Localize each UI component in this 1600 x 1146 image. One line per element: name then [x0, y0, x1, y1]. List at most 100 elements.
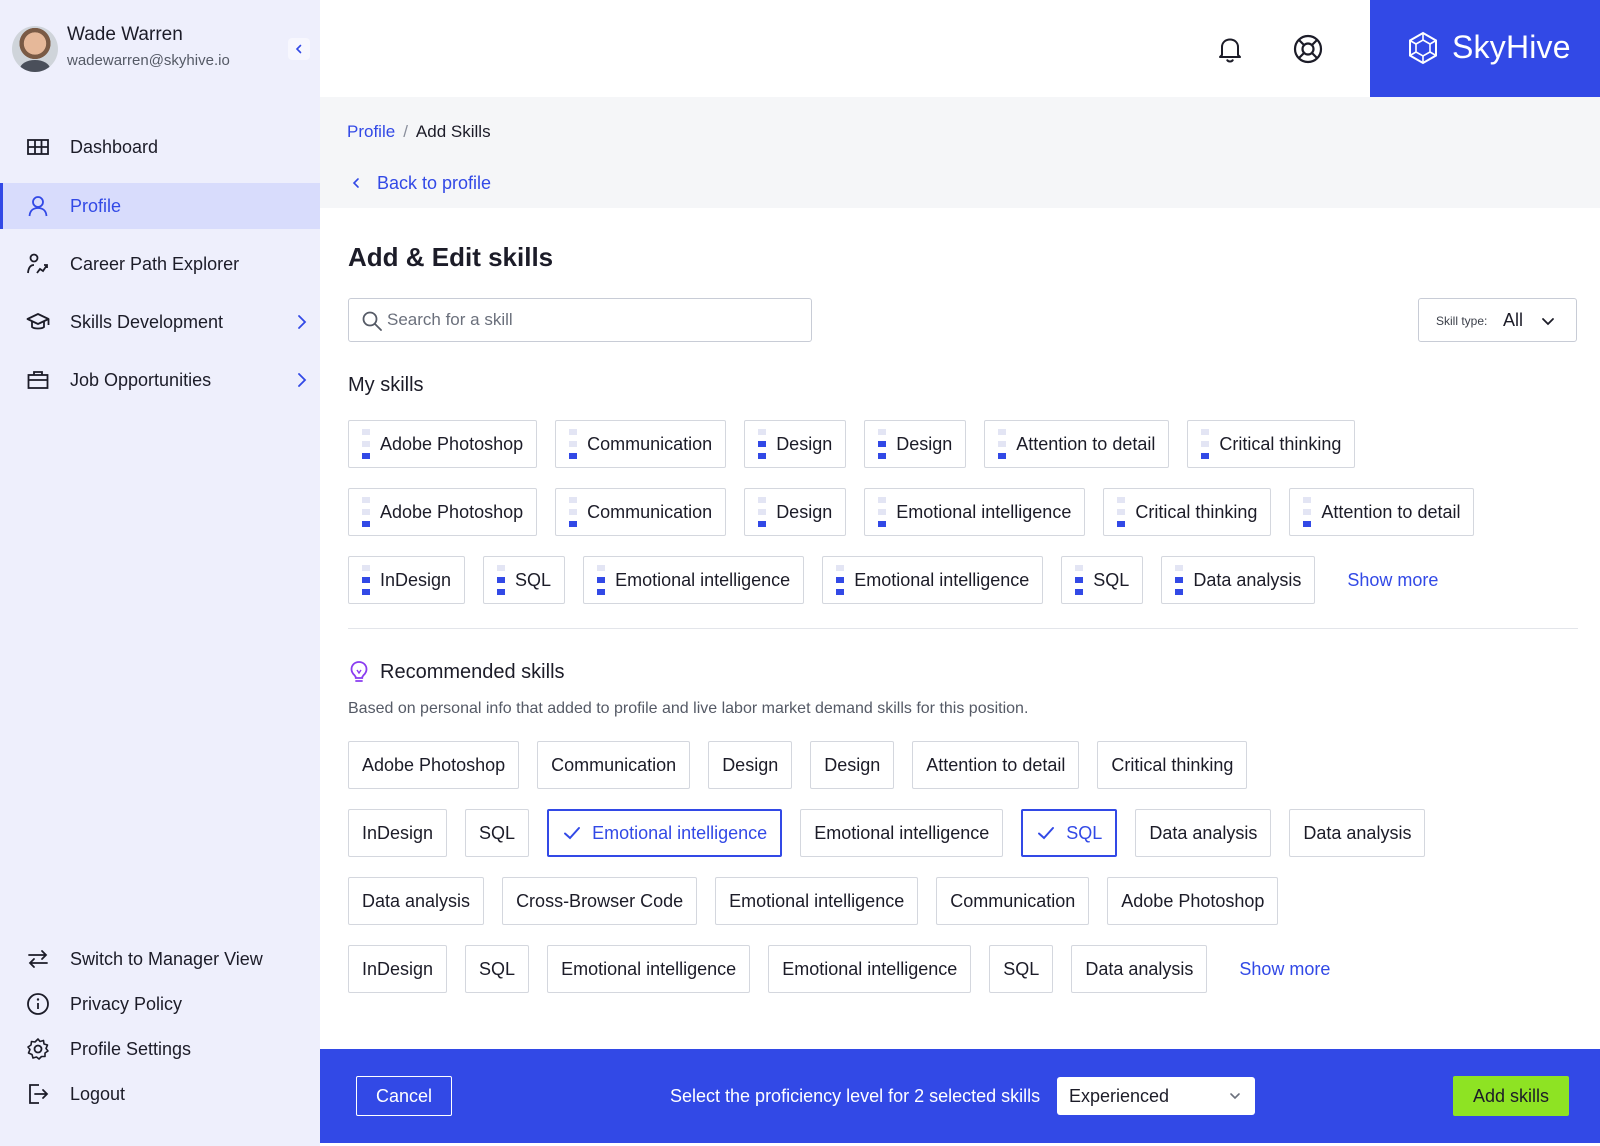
- skill-type-label: Skill type:: [1436, 314, 1488, 328]
- sidebar-item-label: Skills Development: [70, 311, 224, 332]
- brand-name: SkyHive: [1452, 29, 1571, 65]
- sidebar-item-profile[interactable]: Profile: [0, 183, 320, 229]
- sidebar-item-privacy-policy[interactable]: Privacy Policy: [0, 981, 320, 1027]
- proficiency-level-indicator: [362, 565, 370, 595]
- skill-chip-selected[interactable]: Emotional intelligence: [547, 809, 783, 857]
- show-more-link[interactable]: Show more: [1239, 959, 1330, 980]
- proficiency-level-indicator: [758, 429, 767, 459]
- skill-chip[interactable]: Adobe Photoshop: [348, 741, 520, 789]
- skill-row: Adobe Photoshop Communication Design Design…: [348, 741, 1265, 789]
- skill-chip-label: SQL: [479, 958, 516, 979]
- skyhive-logo-icon: [1409, 31, 1437, 65]
- brand-logo[interactable]: SkyHive: [1370, 0, 1600, 97]
- add-skills-button[interactable]: Add skills: [1453, 1076, 1569, 1116]
- skill-chip[interactable]: InDesign: [348, 556, 466, 604]
- sidebar-item-skills-development[interactable]: Skills Development: [0, 299, 320, 345]
- skill-chip[interactable]: Communication: [555, 420, 727, 468]
- skill-chip-label: Data analysis: [362, 890, 471, 911]
- dashboard-icon: [27, 139, 49, 155]
- skill-chip-label: Design: [776, 501, 833, 522]
- skill-chip[interactable]: Design: [810, 741, 895, 789]
- sidebar-item-dashboard[interactable]: Dashboard: [0, 124, 320, 170]
- skill-chip[interactable]: Emotional intelligence: [822, 556, 1044, 604]
- skill-chip[interactable]: Data analysis: [1071, 945, 1208, 993]
- skill-chip-label: Adobe Photoshop: [362, 754, 506, 775]
- skill-chip-label: Adobe Photoshop: [1121, 890, 1265, 911]
- sidebar-item-profile-settings[interactable]: Profile Settings: [0, 1026, 320, 1072]
- sidebar-item-logout[interactable]: Logout: [0, 1071, 320, 1117]
- skill-chip[interactable]: SQL: [989, 945, 1054, 993]
- skill-chip[interactable]: SQL: [1061, 556, 1144, 604]
- skill-chip[interactable]: Data analysis: [348, 877, 485, 925]
- sidebar-item-career-path-explorer[interactable]: Career Path Explorer: [0, 241, 320, 287]
- sidebar-item-job-opportunities[interactable]: Job Opportunities: [0, 357, 320, 403]
- back-to-profile-link[interactable]: Back to profile: [347, 171, 491, 195]
- logout-icon: [29, 1084, 49, 1104]
- page-title: Add & Edit skills: [348, 242, 554, 272]
- skill-chip[interactable]: Critical thinking: [1103, 488, 1272, 536]
- proficiency-level-indicator: [497, 565, 506, 595]
- skill-chip[interactable]: Cross-Browser Code: [502, 877, 698, 925]
- info-icon: [27, 993, 49, 1015]
- skill-chip[interactable]: Communication: [936, 877, 1090, 925]
- proficiency-level-indicator: [1117, 497, 1126, 527]
- skill-chip[interactable]: Design: [864, 420, 967, 468]
- skill-chip[interactable]: Emotional intelligence: [583, 556, 805, 604]
- skill-chip[interactable]: SQL: [465, 945, 530, 993]
- skill-type-select[interactable]: Skill type: All: [1418, 298, 1577, 342]
- skill-chip[interactable]: Design: [744, 488, 847, 536]
- skill-chip-label: InDesign: [362, 822, 434, 843]
- skill-chip[interactable]: Attention to detail: [1289, 488, 1475, 536]
- skill-chip-label: SQL: [1066, 822, 1103, 843]
- skill-chip[interactable]: Emotional intelligence: [864, 488, 1086, 536]
- skill-chip-label: SQL: [1003, 958, 1040, 979]
- skill-chip[interactable]: Design: [744, 420, 847, 468]
- skill-row: InDesign SQL Emotional intelligence Emotion…: [348, 556, 1438, 604]
- skill-chip[interactable]: Emotional intelligence: [715, 877, 919, 925]
- recommended-skills-description: Based on personal info that added to pro…: [348, 700, 1029, 717]
- skill-chip[interactable]: Emotional intelligence: [547, 945, 751, 993]
- show-more-link[interactable]: Show more: [1347, 570, 1438, 591]
- skill-chip[interactable]: Data analysis: [1289, 809, 1426, 857]
- skill-chip-label: Emotional intelligence: [615, 569, 791, 590]
- skill-chip[interactable]: Adobe Photoshop: [348, 488, 538, 536]
- skill-chip[interactable]: Communication: [537, 741, 691, 789]
- skill-chip[interactable]: Critical thinking: [1097, 741, 1248, 789]
- skill-chip[interactable]: SQL: [465, 809, 530, 857]
- skill-chip[interactable]: Communication: [555, 488, 727, 536]
- skill-chip[interactable]: Data analysis: [1161, 556, 1316, 604]
- lifebuoy-icon[interactable]: [1292, 33, 1324, 65]
- skill-row: Data analysis Cross-Browser Code Emotional…: [348, 877, 1296, 925]
- skill-chip[interactable]: Emotional intelligence: [800, 809, 1004, 857]
- avatar: [12, 26, 58, 72]
- skill-chip[interactable]: Critical thinking: [1187, 420, 1356, 468]
- skill-chip-selected[interactable]: SQL: [1021, 809, 1118, 857]
- section-divider: [348, 628, 1578, 629]
- skill-chip[interactable]: Emotional intelligence: [768, 945, 972, 993]
- search-input[interactable]: [387, 305, 797, 335]
- proficiency-level-indicator: [569, 429, 578, 459]
- skill-chip[interactable]: InDesign: [348, 809, 448, 857]
- skill-chip-label: Emotional intelligence: [729, 890, 905, 911]
- skill-chip[interactable]: Adobe Photoshop: [1107, 877, 1279, 925]
- skill-chip[interactable]: InDesign: [348, 945, 448, 993]
- skill-chip[interactable]: Attention to detail: [912, 741, 1080, 789]
- skill-chip[interactable]: Design: [708, 741, 793, 789]
- chevron-down-icon: [1542, 318, 1554, 326]
- bell-icon[interactable]: [1215, 34, 1245, 64]
- proficiency-level-select[interactable]: Experienced: [1057, 1077, 1255, 1115]
- recommended-skills-title: Recommended skills: [380, 660, 565, 683]
- proficiency-level-indicator: [758, 497, 767, 527]
- collapse-sidebar-button[interactable]: [288, 38, 310, 60]
- sidebar-item-switch-to-manager-view[interactable]: Switch to Manager View: [0, 936, 320, 982]
- skill-chip[interactable]: SQL: [483, 556, 566, 604]
- skill-chip[interactable]: Adobe Photoshop: [348, 420, 538, 468]
- skill-chip-label: Attention to detail: [1321, 501, 1461, 522]
- user-email: wadewarren@skyhive.io: [67, 52, 230, 69]
- breadcrumb-link-profile[interactable]: Profile: [347, 122, 395, 141]
- lightbulb-icon: [350, 661, 368, 682]
- cancel-button[interactable]: Cancel: [356, 1076, 452, 1116]
- skill-chip[interactable]: Attention to detail: [984, 420, 1170, 468]
- skill-chip[interactable]: Data analysis: [1135, 809, 1272, 857]
- user-card: Wade Warren wadewarren@skyhive.io: [12, 24, 310, 78]
